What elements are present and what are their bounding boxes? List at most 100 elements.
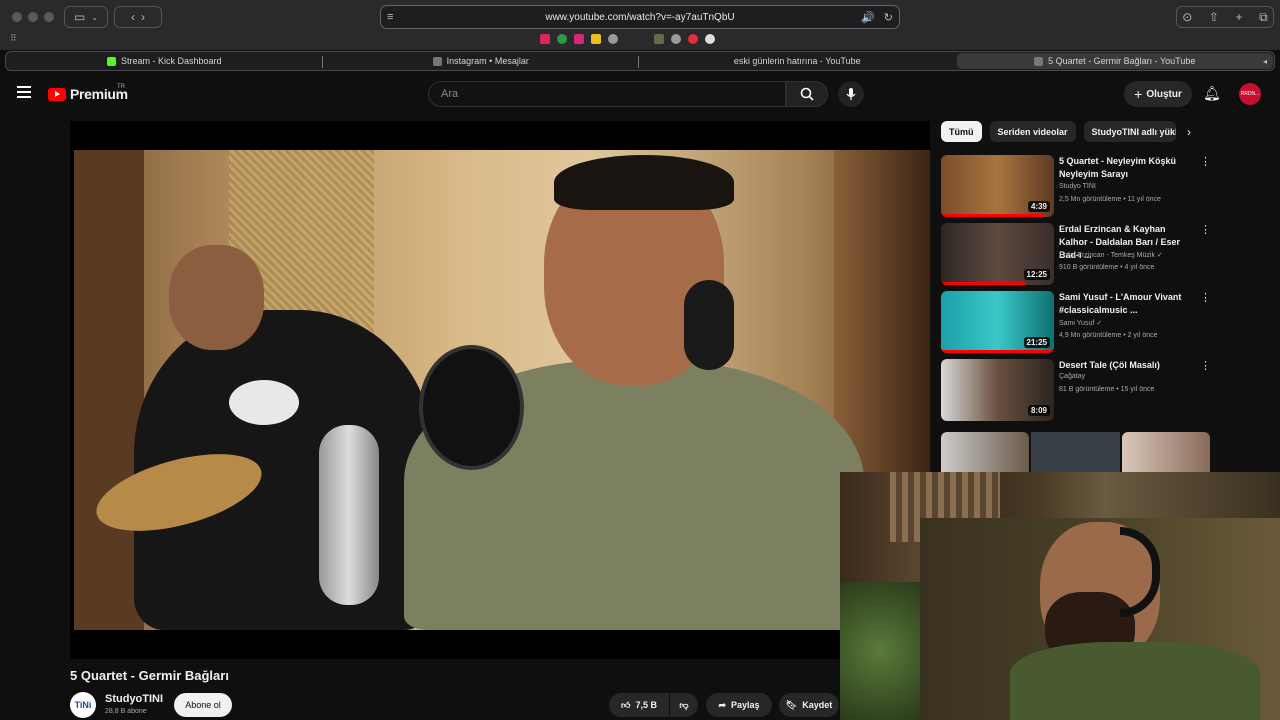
microphone: [319, 425, 379, 605]
globe-icon[interactable]: [671, 34, 681, 44]
account-avatar[interactable]: RRDN...: [1239, 83, 1261, 105]
recommendation-item[interactable]: 21:25 Sami Yusuf - L'Amour Vivant #class…: [941, 291, 1211, 353]
sidebar-icon: ▭: [73, 10, 86, 24]
recommendation-item[interactable]: 4:39 5 Quartet - Neyleyim Köşkü Neyleyim…: [941, 155, 1211, 217]
share-button[interactable]: ➦ Paylaş: [706, 693, 772, 717]
speaker-icon[interactable]: 🔊: [861, 11, 875, 24]
voice-search-button[interactable]: [838, 81, 864, 107]
tab-instagram[interactable]: Instagram • Mesajlar: [323, 52, 640, 70]
more-options-icon[interactable]: ⋮: [1200, 359, 1211, 372]
search-button[interactable]: [786, 81, 828, 107]
back-button[interactable]: ‹: [131, 10, 135, 24]
recommendation-meta: 2,5 Mn görüntüleme • 11 yıl önce: [1059, 196, 1161, 203]
hamburger-menu-icon[interactable]: [17, 86, 31, 98]
recommendation-channel[interactable]: Erdal Erzincan - Temkeş Müzik ✓: [1059, 251, 1163, 259]
recommendation-channel[interactable]: Çağatay: [1059, 373, 1085, 380]
browser-toolbar: ▭ ⌄ ‹ › ≡ www.youtube.com/watch?v=-ay7auTn…: [0, 0, 1280, 50]
youtube-play-icon: [48, 87, 66, 101]
favorite-icon[interactable]: [557, 34, 567, 44]
video-player[interactable]: [70, 121, 930, 659]
recommendation-meta: 910 B görüntüleme • 4 yıl önce: [1059, 264, 1155, 271]
chip-uploader[interactable]: StudyoTINI adlı yükleyici: [1083, 121, 1176, 142]
video-thumbnail[interactable]: 4:39: [941, 155, 1054, 217]
create-button[interactable]: + Oluştur: [1124, 81, 1192, 107]
recommendation-channel[interactable]: Sami Yusuf ✓: [1059, 319, 1102, 327]
video-thumbnail[interactable]: 12:25: [941, 223, 1054, 285]
search-input[interactable]: Ara: [428, 81, 786, 107]
recommendation-meta: 4,9 Mn görüntüleme • 2 yıl önce: [1059, 332, 1158, 339]
chip-series[interactable]: Seriden videolar: [989, 121, 1076, 142]
recommendation-title[interactable]: Sami Yusuf - L'Amour Vivant #classicalmu…: [1059, 291, 1193, 317]
more-options-icon[interactable]: ⋮: [1200, 291, 1211, 304]
close-window-button[interactable]: [12, 12, 22, 22]
duration-badge: 12:25: [1023, 269, 1050, 280]
video-thumbnail[interactable]: [941, 432, 1029, 472]
recommendation-title[interactable]: 5 Quartet - Neyleyim Köşkü Neyleyim Sara…: [1059, 155, 1193, 181]
address-bar[interactable]: ≡ www.youtube.com/watch?v=-ay7auTnQbU 🔊 …: [380, 5, 900, 29]
video-thumbnail[interactable]: [1122, 432, 1210, 472]
duration-badge: 4:39: [1027, 201, 1050, 212]
duration-badge: 21:25: [1023, 337, 1050, 348]
thumbs-up-icon: 👍︎: [621, 699, 631, 710]
favorite-icon[interactable]: [540, 34, 550, 44]
globe-icon[interactable]: [608, 34, 618, 44]
zoom-window-button[interactable]: [44, 12, 54, 22]
forward-button[interactable]: ›: [141, 10, 145, 24]
youtube-icon: [1034, 56, 1044, 66]
recommendation-channel[interactable]: Studyo TINI: [1059, 183, 1096, 190]
recommendation-meta: 81 B görüntüleme • 15 yıl önce: [1059, 386, 1155, 393]
video-thumbnail[interactable]: 21:25: [941, 291, 1054, 353]
minimize-window-button[interactable]: [28, 12, 38, 22]
headphones: [684, 280, 734, 370]
youtube-premium-logo[interactable]: Premium: [48, 86, 128, 102]
webcam-overlay: [840, 472, 1280, 720]
notifications-bell-icon[interactable]: 🔔︎: [1203, 85, 1221, 102]
youtube-header: Premium TR Ara + Oluştur 🔔︎ RRDN...: [0, 72, 1280, 118]
dislike-button[interactable]: 👎︎: [670, 693, 698, 717]
verified-icon: ✓: [1096, 320, 1103, 327]
verified-icon: ✓: [1156, 252, 1163, 259]
page-menu-icon[interactable]: ≡: [387, 11, 393, 23]
more-options-icon[interactable]: ⋮: [1200, 155, 1211, 168]
plus-icon: +: [1134, 86, 1143, 102]
channel-avatar[interactable]: TiNi: [70, 692, 96, 718]
share-icon[interactable]: ⇧: [1209, 10, 1219, 24]
instagram-icon[interactable]: [574, 34, 584, 44]
chevron-right-icon[interactable]: ›: [1187, 125, 1191, 139]
grid-icon[interactable]: ⠿: [10, 33, 17, 44]
tab-youtube-active[interactable]: 5 Quartet - Germir Bağları - YouTube ◂: [956, 53, 1273, 69]
video-thumbnail[interactable]: 8:09: [941, 359, 1054, 421]
favorite-icon[interactable]: [705, 34, 715, 44]
singer-hair: [554, 155, 734, 210]
channel-name[interactable]: StudyoTINI: [105, 693, 163, 705]
toolbar-right: ⊙ ⇧ + ⧉: [1176, 6, 1274, 28]
watch-progress-bar: [941, 282, 1026, 285]
tab-youtube-eski[interactable]: eski günlerin hatırına - YouTube: [639, 52, 956, 70]
recommendation-title[interactable]: Desert Tale (Çöl Masalı): [1059, 359, 1193, 372]
save-button[interactable]: 🔖︎ Kaydet: [779, 693, 839, 717]
tab-bar: Stream - Kick Dashboard Instagram • Mesa…: [5, 51, 1275, 71]
favorite-icon[interactable]: [654, 34, 664, 44]
bookmark-icon: 🔖︎: [785, 699, 798, 710]
favorites-bar: [540, 34, 715, 44]
more-options-icon[interactable]: ⋮: [1200, 223, 1211, 236]
tab-kick-dashboard[interactable]: Stream - Kick Dashboard: [6, 52, 323, 70]
recommendation-item[interactable]: 12:25 Erdal Erzincan & Kayhan Kalhor - D…: [941, 223, 1211, 285]
chevron-down-icon: ⌄: [91, 12, 99, 22]
download-icon[interactable]: ⊙: [1182, 10, 1192, 24]
thumbs-down-icon: 👎︎: [679, 699, 689, 710]
musician-left-head: [169, 245, 264, 350]
close-tab-icon[interactable]: ◂: [1263, 57, 1267, 66]
chip-all[interactable]: Tümü: [941, 121, 982, 142]
like-button[interactable]: 👍︎ 7,5 B: [609, 693, 669, 717]
favorite-icon[interactable]: [688, 34, 698, 44]
tab-overview-icon[interactable]: ⧉: [1259, 10, 1268, 25]
favorite-icon[interactable]: [591, 34, 601, 44]
subscribe-button[interactable]: Abone ol: [174, 693, 232, 717]
shirt-brain-print: [229, 380, 299, 425]
video-thumbnail[interactable]: [1031, 432, 1120, 472]
sidebar-toggle-button[interactable]: ▭ ⌄: [64, 6, 108, 28]
new-tab-icon[interactable]: +: [1236, 10, 1243, 24]
reload-icon[interactable]: ↻: [884, 11, 893, 24]
recommendation-item[interactable]: 8:09 Desert Tale (Çöl Masalı) Çağatay 81…: [941, 359, 1211, 421]
